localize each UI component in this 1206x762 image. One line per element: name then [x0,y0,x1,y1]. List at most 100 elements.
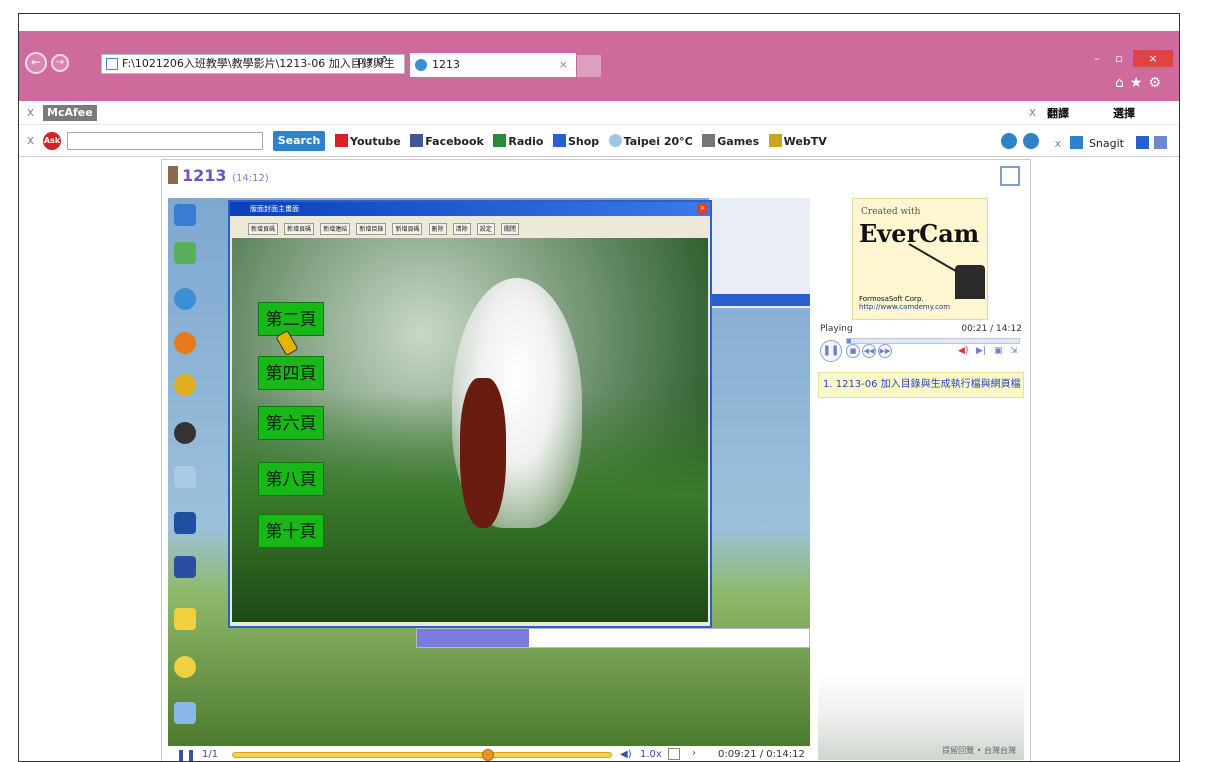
toolbar-right-tools: x Snagit [1001,133,1169,150]
dialog-button[interactable]: 新增連結 [320,223,351,235]
page-button-2[interactable]: 第二頁 [258,302,324,336]
dictionary-icon [174,556,196,578]
fullscreen-icon[interactable] [1000,166,1020,186]
dialog-button[interactable]: 新增頁碼 [392,223,423,235]
ie-icon [415,59,427,71]
home-favorites-settings-icons[interactable]: ⌂★⚙ [1115,75,1167,91]
dialog-button[interactable]: 設定 [476,223,495,235]
folder-icon [174,608,196,630]
caption-icon[interactable]: ▣ [994,346,1003,356]
firefox-icon [174,332,196,354]
rewind-icon[interactable]: ◀◀ [862,344,876,358]
volume-icon[interactable]: ◀) [620,749,632,760]
user-icon [174,656,196,678]
address-tools[interactable]: ρ ▾ ♂ [357,54,386,67]
circle-search-icon[interactable] [1022,133,1039,149]
dialog-button[interactable]: 新增目錄 [356,223,387,235]
toolbar-search-input[interactable] [67,132,263,150]
editor-icon[interactable] [1154,136,1167,149]
link-radio[interactable]: Radio [493,134,543,148]
chrome-icon [174,374,196,396]
link-shop[interactable]: Shop [552,134,599,148]
toolbar-close-icon[interactable]: x [27,105,34,119]
ask-toolbar: x Ask Search Youtube Facebook Radio Shop… [19,125,1179,157]
evercam-url[interactable]: http://www.camdemy.com [859,303,950,311]
select-button[interactable]: 選擇 [1113,105,1135,121]
link-webtv[interactable]: WebTV [768,134,827,148]
tv-icon [768,134,782,147]
next-icon[interactable]: ▶| [976,346,986,356]
snagit-button[interactable]: Snagit [1089,137,1124,150]
joystick-icon [702,134,716,147]
page-button-6[interactable]: 第六頁 [258,406,324,440]
dialog-close-icon[interactable]: × [697,203,708,214]
link-youtube[interactable]: Youtube [335,134,401,148]
cover-photo: 第二頁 第四頁 第六頁 第八頁 第十頁 [232,238,708,622]
mcafee-button[interactable]: McAfee [43,105,97,121]
background-window [708,198,810,308]
video-area[interactable]: 版面封面主畫面 × 新增頁碼 新增頁碼 新增連結 新增目錄 新增頁碼 刪除 清除… [168,198,810,746]
mcafee-toolbar: x McAfee x 翻譯 選擇 [19,101,1179,125]
page-button-8[interactable]: 第八頁 [258,462,324,496]
pause-icon[interactable]: ❚❚ [820,340,842,362]
forward-button[interactable]: → [51,54,69,72]
snagit-close-icon[interactable]: x [1054,137,1061,150]
dialog-button[interactable]: 清除 [452,223,471,235]
toolbar-right-close-icon[interactable]: x [1029,105,1036,119]
tab-title: 1213 [432,58,460,71]
forward-icon[interactable]: ▶▶ [878,344,892,358]
dialog-button[interactable]: 新增頁碼 [248,223,279,235]
sidebar-progress-bar[interactable] [846,338,1020,344]
dialog-button[interactable]: 關閉 [500,223,519,235]
pointer-icon[interactable]: ⇲ [1010,346,1018,356]
back-button[interactable]: ← [25,52,47,74]
background-window-titlebar [708,294,810,306]
recycle-icon [174,242,196,264]
minimize-button[interactable]: – [1087,50,1107,67]
speed-label[interactable]: 1.0x [640,749,662,760]
volume-icon[interactable]: ◀) [958,346,968,356]
cloud-icon [608,134,622,147]
evercam-player: 1213 (14:12) 版面封面主畫面 × 新增頁碼 新增頁碼 新增連結 新增… [161,159,1031,761]
stop-icon[interactable]: ■ [846,344,860,358]
link-weather[interactable]: Taipei 20°C [608,134,693,148]
ie-desktop-icon [174,288,196,310]
dialog-button[interactable]: 新增頁碼 [284,223,315,235]
translate-button[interactable]: 翻譯 [1047,105,1069,121]
dialog-titlebar: 版面封面主畫面 × [230,202,710,216]
pause-button[interactable]: ❚❚ [176,748,196,761]
link-games[interactable]: Games [702,134,759,148]
chapter-list-item[interactable]: 1. 1213-06 加入目錄與生成執行檔與網頁檔 [818,372,1024,398]
cover-dialog: 版面封面主畫面 × 新增頁碼 新增頁碼 新增連結 新增目錄 新增頁碼 刪除 清除… [228,200,712,628]
tab-close-icon[interactable]: × [559,53,568,77]
search-button[interactable]: Search [273,131,325,151]
seek-bar[interactable] [232,749,612,761]
toolbar-links: Youtube Facebook Radio Shop Taipei 20°C … [335,134,833,148]
chevron-right-icon[interactable]: › [692,748,696,759]
capture-icon[interactable] [1135,136,1149,149]
dialog-toolbar: 新增頁碼 新增頁碼 新增連結 新增目錄 新增頁碼 刪除 清除 設定 關閉 [230,216,710,238]
dialog-button[interactable]: 刪除 [428,223,447,235]
ask-toolbar-close-icon[interactable]: x [27,133,34,147]
link-facebook[interactable]: Facebook [410,134,484,148]
facebook-icon [410,134,424,147]
close-window-button[interactable]: × [1133,50,1173,67]
dialog-title: 版面封面主畫面 [250,205,299,213]
tab-1213[interactable]: 1213 × [410,53,576,77]
background-window-progress [416,628,810,648]
maximize-button[interactable]: ▫ [1109,50,1129,67]
youtube-icon [335,134,348,147]
page-button-4[interactable]: 第四頁 [258,356,324,390]
ask-logo-icon[interactable]: Ask [43,132,61,150]
window-size-icon[interactable] [668,748,680,760]
evercam-corp: FormosaSoft Corp. [859,295,924,303]
circle-arrow-icon[interactable] [1001,133,1018,149]
new-tab-button[interactable] [577,55,601,77]
player-duration: (14:12) [232,173,269,184]
page-button-10[interactable]: 第十頁 [258,514,324,548]
cello-logo-icon [168,166,178,184]
sidebar-progress-fill [847,339,852,343]
seek-thumb[interactable] [481,749,494,761]
time-display: 0:09:21 / 0:14:12 [718,749,805,760]
book-icon [174,512,196,534]
